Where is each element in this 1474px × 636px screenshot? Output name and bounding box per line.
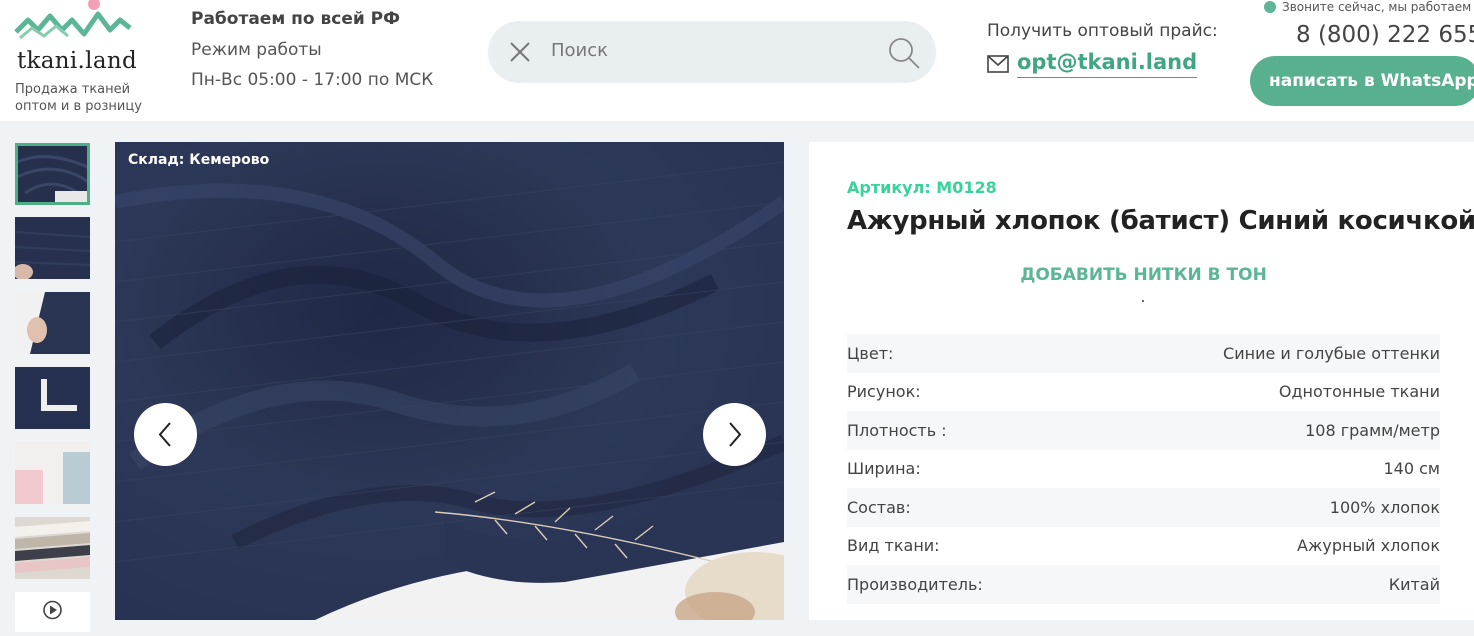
fabric-image <box>15 442 90 504</box>
spec-row: Производитель: Китай <box>847 565 1440 604</box>
spec-label: Ширина: <box>847 459 921 479</box>
gallery-thumbnail[interactable] <box>15 217 90 279</box>
gallery-thumbnail[interactable] <box>15 143 90 205</box>
spec-label: Рисунок: <box>847 382 921 402</box>
logo-subtitle: Продажа тканей оптом и в розницу <box>15 82 142 114</box>
spec-label: Вид ткани: <box>847 536 940 556</box>
fabric-image <box>15 217 90 279</box>
spec-row: Вид ткани: Ажурный хлопок <box>847 527 1440 566</box>
online-dot-icon <box>1264 1 1276 13</box>
fabric-image <box>15 292 90 354</box>
close-icon[interactable] <box>508 40 532 64</box>
chevron-right-icon <box>729 422 742 447</box>
product-title: Ажурный хлопок (батист) Синий косичкой <box>847 206 1474 236</box>
email-link[interactable]: opt@tkani.land <box>1017 50 1198 78</box>
work-mode-label: Режим работы <box>191 40 322 60</box>
work-region: Работаем по всей РФ <box>191 9 401 29</box>
gallery-thumbnail[interactable] <box>15 292 90 354</box>
mail-icon <box>987 55 1009 73</box>
search-bar[interactable]: Поиск <box>488 21 936 83</box>
logo-text[interactable]: tkani.land <box>17 48 137 74</box>
specs-table: Цвет: Синие и голубые оттенки Рисунок: Одн… <box>847 334 1440 604</box>
spec-label: Цвет: <box>847 343 894 363</box>
wholesale-price-label: Получить оптовый прайс: <box>987 21 1218 41</box>
spec-value: Ажурный хлопок <box>1297 536 1440 556</box>
spec-value: 100% хлопок <box>1329 497 1440 517</box>
product-info-panel: Артикул: М0128 Ажурный хлопок (батист) С… <box>809 142 1474 620</box>
spec-row: Состав: 100% хлопок <box>847 488 1440 527</box>
main-product-image[interactable]: Склад: Кемерово <box>115 142 784 620</box>
spec-label: Производитель: <box>847 574 983 594</box>
fabric-image <box>15 143 90 205</box>
work-hours: Пн-Вс 05:00 - 17:00 по МСК <box>191 70 434 90</box>
warehouse-label: Склад: Кемерово <box>128 152 270 168</box>
article-number: Артикул: М0128 <box>847 178 997 197</box>
spec-label: Состав: <box>847 497 911 517</box>
spec-value: Китай <box>1388 574 1440 594</box>
spec-row: Ширина: 140 см <box>847 450 1440 489</box>
spec-row: Цвет: Синие и голубые оттенки <box>847 334 1440 373</box>
fabric-image <box>15 517 90 579</box>
spec-value: 140 см <box>1383 459 1441 479</box>
call-now-text: Звоните сейчас, мы работаем <box>1282 0 1472 14</box>
logo-icon[interactable] <box>14 0 134 44</box>
phone-link[interactable]: 8 (800) 222 6550 <box>1296 22 1474 48</box>
video-thumbnail[interactable] <box>15 592 90 632</box>
gallery-thumbnail[interactable] <box>15 367 90 429</box>
prev-image-button[interactable] <box>134 403 197 466</box>
spec-row: Рисунок: Однотонные ткани <box>847 373 1440 412</box>
whatsapp-button[interactable]: написать в WhatsApp <box>1250 56 1474 106</box>
spec-value: Однотонные ткани <box>1278 382 1440 402</box>
gallery-thumbnail[interactable] <box>15 442 90 504</box>
gallery-thumbnail[interactable] <box>15 517 90 579</box>
call-now-status: Звоните сейчас, мы работаем <box>1264 0 1471 14</box>
search-icon[interactable] <box>888 37 920 69</box>
fabric-photo <box>115 142 784 620</box>
spec-row: Плотность : 108 грамм/метр <box>847 411 1440 450</box>
next-image-button[interactable] <box>703 403 766 466</box>
fabric-image <box>15 367 90 429</box>
add-matching-thread-button[interactable]: ДОБАВИТЬ НИТКИ В ТОН <box>847 265 1440 285</box>
spec-label: Плотность : <box>847 420 947 440</box>
spec-value: Синие и голубые оттенки <box>1223 343 1440 363</box>
search-input[interactable]: Поиск <box>551 40 608 61</box>
play-icon <box>43 600 62 620</box>
divider-dot <box>1142 300 1144 302</box>
chevron-left-icon <box>158 422 171 447</box>
site-header: tkani.land Продажа тканей оптом и в розн… <box>0 0 1474 121</box>
spec-value: 108 грамм/метр <box>1305 420 1440 440</box>
